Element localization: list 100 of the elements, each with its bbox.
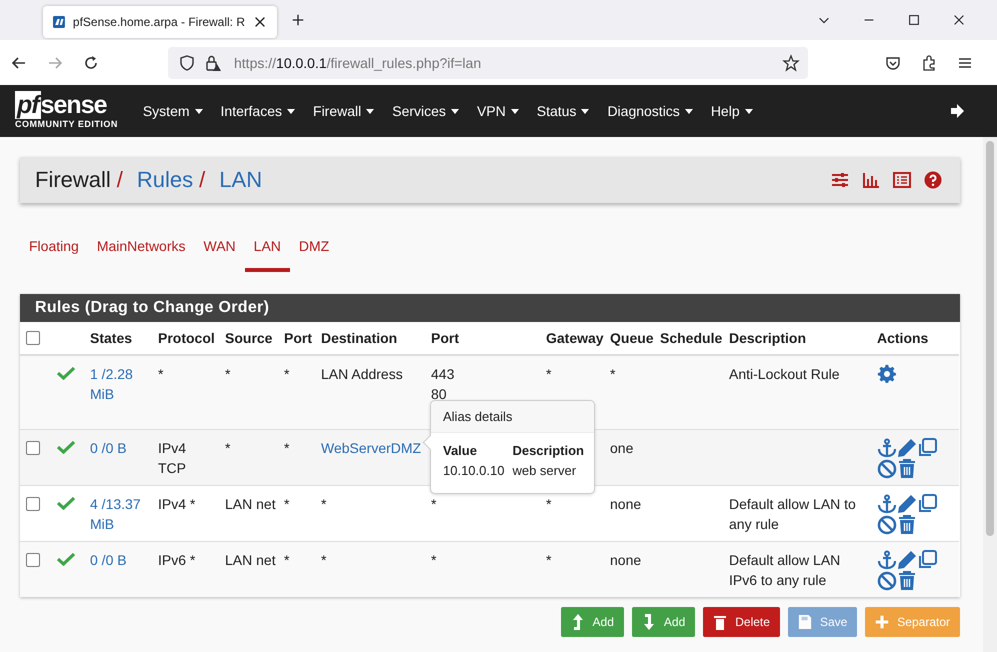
nav-menu-item[interactable]: Firewall: [304, 103, 384, 119]
nav-menu-item[interactable]: Services: [383, 103, 468, 119]
maximize-icon[interactable]: [907, 13, 921, 27]
close-icon[interactable]: [952, 13, 966, 27]
interface-tab[interactable]: LAN: [244, 225, 290, 272]
sliders-icon[interactable]: [831, 171, 849, 189]
table-cell: 443 80: [431, 366, 454, 402]
column-header: Protocol: [158, 330, 215, 346]
help-icon[interactable]: [924, 171, 942, 189]
caret-icon: [194, 108, 203, 114]
table-cell: *: [284, 366, 290, 382]
popover-cell-text: web server: [512, 462, 578, 480]
add-bottom-button[interactable]: Add: [632, 607, 696, 637]
trash-icon[interactable]: [897, 570, 917, 590]
arrow-up-icon: [570, 613, 585, 631]
caret-icon: [366, 108, 374, 114]
star-icon[interactable]: [782, 54, 800, 72]
breadcrumb-separator: /: [116, 167, 123, 193]
interface-tab[interactable]: MainNetworks: [88, 225, 195, 272]
copy-icon[interactable]: [917, 494, 937, 514]
row-checkbox[interactable]: [26, 552, 40, 566]
table-cell: *: [431, 496, 436, 512]
address-bar[interactable]: https://10.0.0.1/firewall_rules.php?if=lan: [168, 46, 808, 78]
column-header: Description: [729, 330, 806, 346]
add-top-button[interactable]: Add: [560, 607, 624, 637]
block-icon[interactable]: [877, 570, 897, 590]
pencil-icon[interactable]: [897, 550, 917, 570]
logo[interactable]: pfsense COMMUNITY EDITION: [15, 93, 118, 129]
site-icon: [53, 14, 65, 30]
new-tab-icon[interactable]: [291, 13, 305, 27]
caret-icon: [684, 108, 693, 114]
row-checkbox[interactable]: [26, 496, 40, 510]
table-cell: LAN net: [225, 496, 276, 512]
bar-chart-icon[interactable]: [862, 171, 880, 189]
nav-menu-item[interactable]: Status: [528, 103, 598, 119]
lock-warning-icon[interactable]: [204, 54, 222, 72]
browser-tab[interactable]: pfSense.home.arpa - Firewall: R: [43, 6, 277, 38]
list-icon[interactable]: [893, 171, 911, 189]
interface-tab[interactable]: Floating: [20, 225, 88, 272]
column-header: Destination: [321, 330, 398, 346]
logout-icon[interactable]: [949, 103, 967, 119]
table-cell: Anti-Lockout Rule: [729, 366, 840, 382]
column-header: Source: [225, 330, 272, 346]
trash-icon: [713, 613, 728, 631]
column-header: Gateway: [546, 330, 604, 346]
anchor-icon[interactable]: [877, 438, 897, 458]
row-checkbox[interactable]: [26, 440, 40, 454]
popover-column-header: Description: [512, 442, 584, 460]
alias-link[interactable]: WebServerDMZ: [321, 438, 423, 458]
reload-icon[interactable]: [82, 54, 100, 72]
nav-menu-item[interactable]: VPN: [468, 103, 528, 119]
trash-icon[interactable]: [897, 458, 917, 478]
breadcrumb-link[interactable]: Rules: [136, 167, 194, 193]
table-cell: *: [284, 496, 290, 512]
table-cell: *: [431, 552, 436, 568]
interface-tab[interactable]: DMZ: [290, 225, 338, 272]
copy-icon[interactable]: [917, 550, 937, 570]
interface-tab[interactable]: WAN: [194, 225, 245, 272]
close-icon[interactable]: [253, 15, 267, 29]
shield-icon[interactable]: [178, 54, 196, 72]
nav-menu-item[interactable]: Interfaces: [212, 103, 304, 119]
anchor-icon[interactable]: [877, 550, 897, 570]
table-cell: *: [284, 552, 290, 568]
block-icon[interactable]: [877, 514, 897, 534]
table-cell: Default allow LAN IPv6 to any rule: [729, 552, 840, 588]
nav-menu-item[interactable]: Help: [702, 103, 762, 119]
copy-icon[interactable]: [917, 438, 937, 458]
block-icon[interactable]: [877, 458, 897, 478]
table-cell: one: [610, 440, 634, 456]
popover-column-header: Value: [443, 442, 478, 460]
table-cell: none: [610, 552, 642, 568]
nav-menu-item[interactable]: System: [134, 103, 212, 119]
breadcrumb-link[interactable]: LAN: [219, 167, 262, 193]
table-cell: *: [321, 496, 326, 512]
pencil-icon[interactable]: [897, 438, 917, 458]
delete-button[interactable]: Delete: [703, 607, 780, 637]
select-all-checkbox[interactable]: [26, 331, 40, 345]
states-link[interactable]: 0 /0 B: [90, 438, 150, 458]
table-cell: LAN Address: [321, 366, 403, 382]
table-cell: none: [610, 496, 642, 512]
column-header: Port: [431, 330, 459, 346]
table-cell: *: [225, 440, 230, 456]
nav-menu-item[interactable]: Diagnostics: [598, 103, 702, 119]
table-cell: *: [225, 366, 230, 382]
caret-icon: [287, 108, 296, 114]
table-cell: *: [546, 552, 552, 568]
states-link[interactable]: 4 /13.37 MiB: [90, 494, 150, 534]
column-header: Schedule: [660, 330, 722, 346]
states-link[interactable]: 0 /0 B: [90, 550, 150, 570]
table-cell: *: [546, 496, 552, 512]
gear-icon[interactable]: [877, 364, 897, 384]
popover-title: Alias details: [431, 401, 594, 433]
breadcrumb-text: Firewall: [35, 167, 111, 193]
anchor-icon[interactable]: [877, 494, 897, 514]
breadcrumb-separator: /: [199, 167, 206, 193]
scrollbar[interactable]: [983, 137, 997, 652]
trash-icon[interactable]: [897, 514, 917, 534]
pencil-icon[interactable]: [897, 494, 917, 514]
states-link[interactable]: 1 /2.28 MiB: [90, 364, 150, 404]
column-header: Queue: [610, 330, 654, 346]
